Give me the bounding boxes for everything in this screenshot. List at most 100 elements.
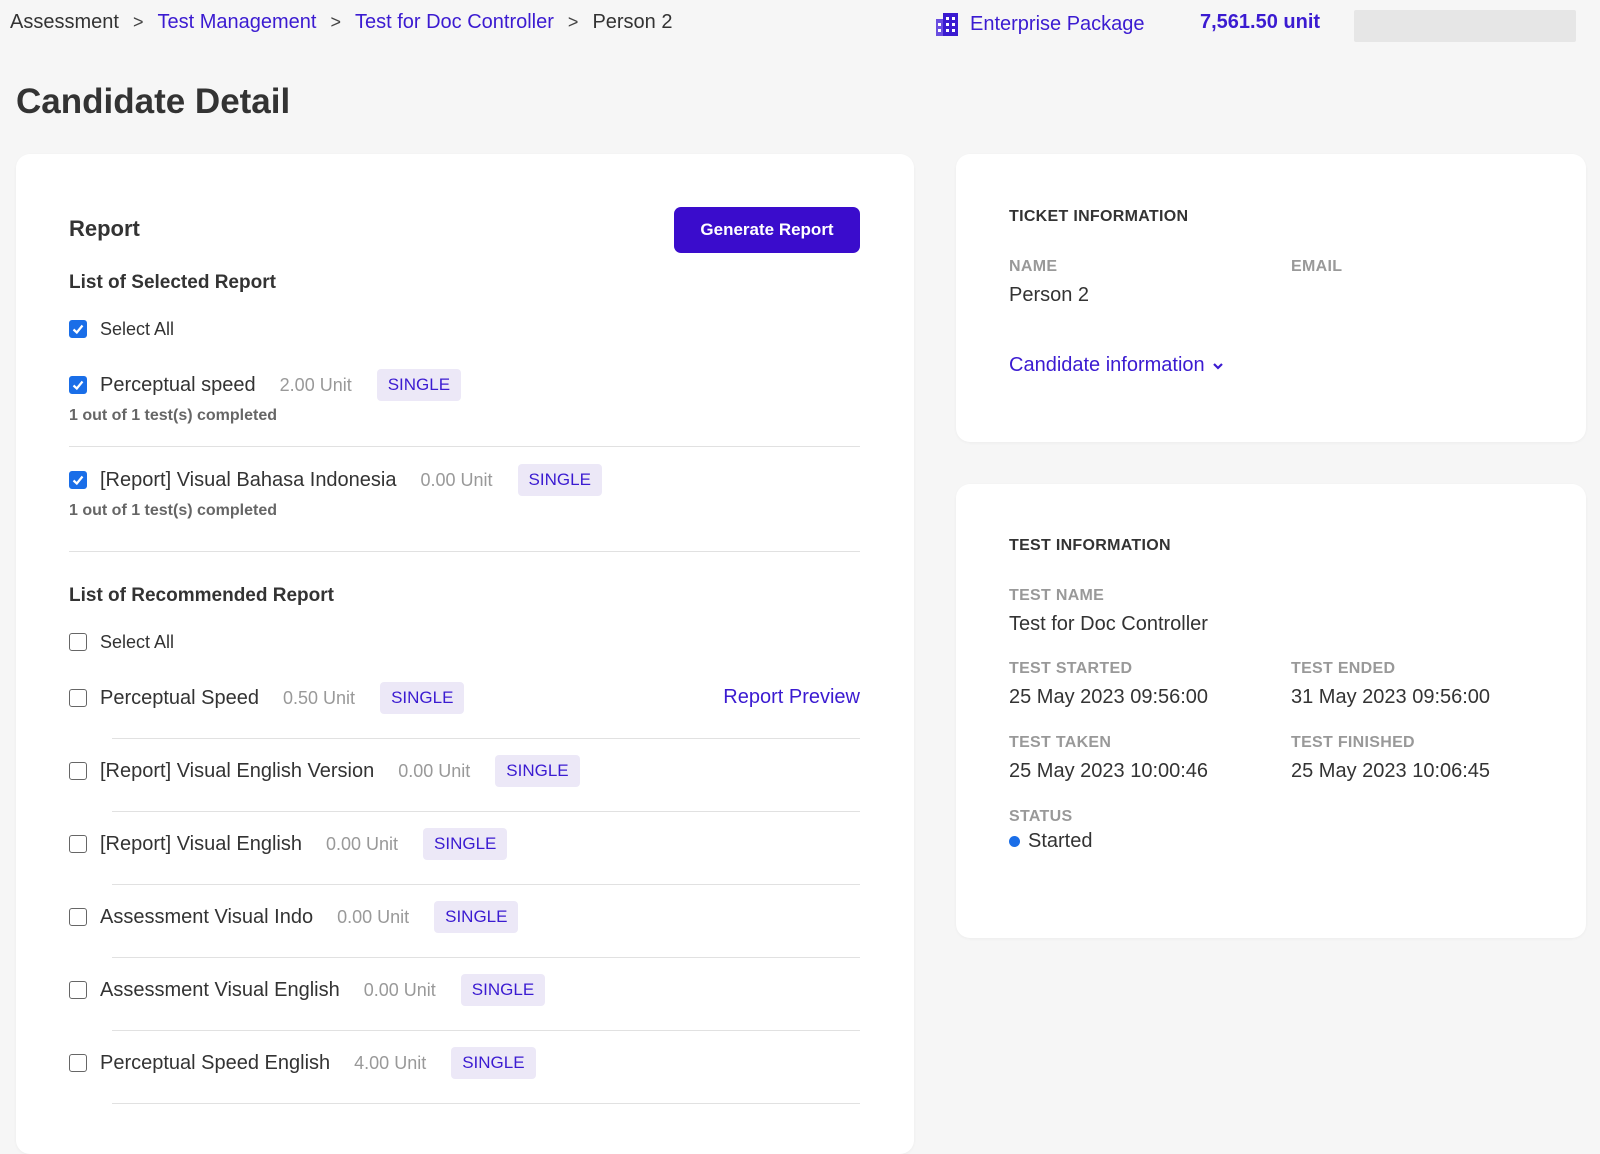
checkbox-checked[interactable]	[69, 320, 87, 338]
report-title: Report	[69, 216, 140, 241]
recommended-report-item[interactable]: [Report] Visual English Version 0.00 Uni…	[69, 755, 580, 787]
chevron-down-icon	[1212, 362, 1223, 370]
checkbox-unchecked[interactable]	[69, 981, 87, 999]
breadcrumb-current: Person 2	[592, 11, 673, 33]
report-name: Assessment Visual English	[100, 978, 340, 1001]
ticket-info-title: TICKET INFORMATION	[1009, 208, 1189, 225]
divider	[112, 1030, 860, 1031]
checkbox-unchecked[interactable]	[69, 633, 87, 651]
recommended-report-item[interactable]: Assessment Visual English 0.00 Unit SING…	[69, 974, 546, 1006]
recommended-report-item[interactable]: Perceptual Speed English 4.00 Unit SINGL…	[69, 1047, 536, 1079]
divider	[69, 551, 860, 552]
report-name: [Report] Visual Bahasa Indonesia	[100, 468, 397, 491]
checkbox-unchecked[interactable]	[69, 689, 87, 707]
select-all-label: Select All	[100, 318, 175, 339]
candidate-information-label: Candidate information	[1009, 354, 1205, 376]
divider	[69, 446, 860, 447]
breadcrumb-assessment[interactable]: Assessment	[10, 11, 119, 34]
recommended-select-all[interactable]: Select All	[69, 626, 174, 658]
test-finished-label: TEST FINISHED	[1291, 734, 1415, 751]
test-info-title: TEST INFORMATION	[1009, 537, 1171, 554]
breadcrumb-test-management[interactable]: Test Management	[157, 11, 316, 34]
divider	[112, 1103, 860, 1104]
selected-select-all[interactable]: Select All	[69, 313, 174, 345]
report-name: Perceptual speed	[100, 373, 256, 396]
test-name-label: TEST NAME	[1009, 587, 1105, 604]
report-name: [Report] Visual English Version	[100, 759, 375, 782]
report-unit: 4.00 Unit	[354, 1052, 427, 1073]
selected-report-item[interactable]: [Report] Visual Bahasa Indonesia 0.00 Un…	[69, 464, 602, 496]
package-label: Enterprise Package	[970, 12, 1145, 35]
recommended-report-item[interactable]: Perceptual Speed 0.50 Unit SINGLE	[69, 682, 465, 714]
test-finished-value: 25 May 2023 10:06:45	[1291, 760, 1491, 782]
check-icon	[72, 324, 84, 335]
test-started-label: TEST STARTED	[1009, 660, 1133, 677]
recommended-report-item[interactable]: Assessment Visual Indo 0.00 Unit SINGLE	[69, 901, 519, 933]
report-type-badge: SINGLE	[451, 1047, 536, 1079]
name-label: NAME	[1009, 258, 1058, 275]
test-name-value: Test for Doc Controller	[1009, 613, 1208, 635]
top-bar: Assessment > Test Management > Test for …	[0, 0, 1600, 48]
checkbox-checked[interactable]	[69, 471, 87, 489]
name-value: Person 2	[1009, 284, 1090, 306]
status-label: STATUS	[1009, 808, 1073, 825]
breadcrumb-test[interactable]: Test for Doc Controller	[355, 11, 554, 34]
report-card: Report Generate Report List of Selected …	[16, 154, 914, 1154]
candidate-information-toggle[interactable]: Candidate information	[1009, 354, 1225, 377]
checkbox-unchecked[interactable]	[69, 835, 87, 853]
test-taken-label: TEST TAKEN	[1009, 734, 1112, 751]
check-icon	[72, 475, 84, 486]
report-type-badge: SINGLE	[517, 464, 602, 496]
report-preview-link[interactable]: Report Preview	[723, 686, 860, 709]
report-name: [Report] Visual English	[100, 832, 302, 855]
status-dot-icon	[1009, 836, 1020, 847]
checkbox-unchecked[interactable]	[69, 908, 87, 926]
unit-balance: 7,561.50 unit	[1200, 11, 1321, 33]
ticket-information-card: TICKET INFORMATION NAME Person 2 EMAIL C…	[956, 154, 1586, 442]
report-unit: 2.00 Unit	[279, 374, 352, 395]
report-unit: 0.00 Unit	[337, 906, 410, 927]
report-type-badge: SINGLE	[423, 828, 508, 860]
report-type-badge: SINGLE	[380, 682, 465, 714]
report-type-badge: SINGLE	[495, 755, 580, 787]
checkbox-unchecked[interactable]	[69, 1054, 87, 1072]
status-value: Started	[1028, 830, 1093, 852]
report-name: Assessment Visual Indo	[100, 905, 314, 928]
user-menu[interactable]	[1354, 10, 1576, 42]
breadcrumb-separator: >	[567, 12, 579, 32]
report-unit: 0.00 Unit	[363, 979, 436, 1000]
breadcrumb: Assessment > Test Management > Test for …	[10, 11, 673, 34]
divider	[112, 811, 860, 812]
divider	[112, 884, 860, 885]
recommended-report-title: List of Recommended Report	[69, 585, 334, 606]
recommended-report-item[interactable]: [Report] Visual English 0.00 Unit SINGLE	[69, 828, 508, 860]
generate-report-button[interactable]: Generate Report	[674, 207, 860, 253]
test-taken-value: 25 May 2023 10:00:46	[1009, 760, 1209, 782]
report-unit: 0.00 Unit	[325, 833, 399, 854]
test-ended-value: 31 May 2023 09:56:00	[1291, 686, 1491, 708]
report-name: Perceptual Speed English	[100, 1051, 331, 1074]
test-ended-label: TEST ENDED	[1291, 660, 1396, 677]
checkbox-checked[interactable]	[69, 376, 87, 394]
report-type-badge: SINGLE	[460, 974, 546, 1006]
divider	[112, 738, 860, 739]
report-unit: 0.00 Unit	[398, 760, 471, 781]
report-unit: 0.50 Unit	[283, 687, 356, 708]
test-started-value: 25 May 2023 09:56:00	[1009, 686, 1209, 708]
checkbox-unchecked[interactable]	[69, 762, 87, 780]
report-unit: 0.00 Unit	[420, 469, 493, 490]
selected-report-title: List of Selected Report	[69, 272, 276, 293]
status-badge: Started	[1009, 830, 1092, 853]
divider	[112, 957, 860, 958]
completion-status: 1 out of 1 test(s) completed	[69, 407, 278, 424]
enterprise-package-link[interactable]: Enterprise Package	[934, 11, 1145, 37]
selected-report-item[interactable]: Perceptual speed 2.00 Unit SINGLE	[69, 369, 462, 401]
report-name: Perceptual Speed	[100, 686, 260, 709]
page-title: Candidate Detail	[16, 82, 291, 121]
breadcrumb-separator: >	[330, 12, 341, 32]
check-icon	[72, 380, 84, 391]
report-type-badge: SINGLE	[434, 901, 519, 933]
breadcrumb-separator: >	[132, 12, 144, 32]
test-information-card: TEST INFORMATION TEST NAME Test for Doc …	[956, 484, 1586, 938]
completion-status: 1 out of 1 test(s) completed	[69, 502, 278, 519]
